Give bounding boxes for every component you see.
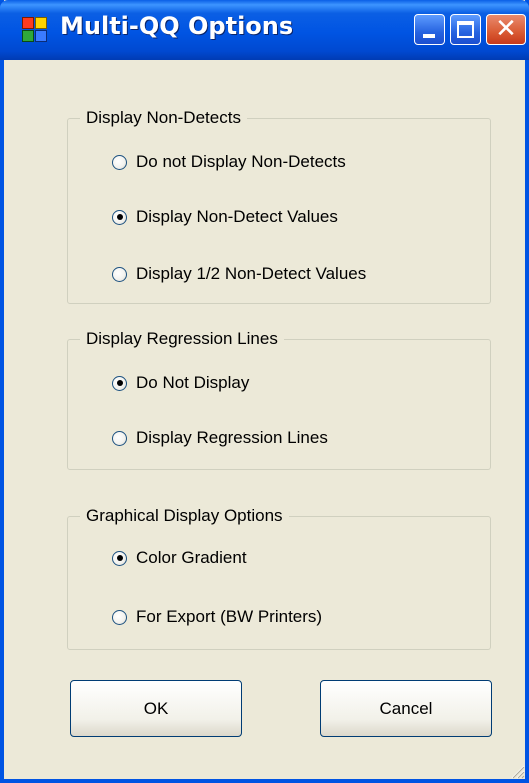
radio-label: Display Non-Detect Values [136, 207, 338, 226]
maximize-icon [457, 21, 474, 38]
radio-circle-checked[interactable] [112, 209, 127, 225]
group-title-graphical: Graphical Display Options [80, 506, 289, 526]
radio-label: For Export (BW Printers) [136, 607, 323, 626]
radio-circle[interactable] [112, 609, 127, 625]
ok-button[interactable]: OK [70, 680, 242, 737]
radio-label: Display 1/2 Non-Detect Values [136, 264, 367, 283]
radio-do-not-display-regression[interactable]: Do Not Display [112, 372, 249, 394]
radio-do-not-display-non-detects[interactable]: Do not Display Non-Detects [112, 151, 346, 173]
radio-for-export-bw-printers[interactable]: For Export (BW Printers) [112, 606, 322, 628]
close-icon: ✕ [495, 14, 517, 44]
group-title-non-detects: Display Non-Detects [80, 108, 247, 128]
title-bar[interactable]: Multi-QQ Options ✕ [0, 0, 529, 60]
radio-label: Display Regression Lines [136, 428, 328, 447]
radio-label: Do not Display Non-Detects [136, 152, 346, 171]
radio-label: Color Gradient [136, 548, 247, 567]
group-graphical-display-options: Graphical Display Options [67, 506, 491, 650]
radio-color-gradient[interactable]: Color Gradient [112, 547, 247, 569]
radio-circle[interactable] [112, 266, 127, 282]
radio-circle-checked[interactable] [112, 550, 127, 566]
window-title: Multi-QQ Options [60, 12, 294, 40]
radio-display-regression-lines[interactable]: Display Regression Lines [112, 427, 328, 449]
options-app-icon [22, 17, 48, 43]
minimize-icon [423, 34, 435, 38]
cancel-button[interactable]: Cancel [320, 680, 492, 737]
radio-circle-checked[interactable] [112, 375, 127, 391]
radio-label: Do Not Display [136, 373, 250, 392]
radio-display-half-non-detect-values[interactable]: Display 1/2 Non-Detect Values [112, 263, 366, 285]
maximize-button[interactable] [450, 14, 481, 45]
resize-grip-icon[interactable] [507, 761, 525, 779]
radio-circle[interactable] [112, 430, 127, 446]
group-display-regression-lines: Display Regression Lines [67, 329, 491, 470]
radio-display-non-detect-values[interactable]: Display Non-Detect Values [112, 206, 338, 228]
group-title-regression: Display Regression Lines [80, 329, 284, 349]
options-dialog: Multi-QQ Options ✕ Display Non-Detects D… [0, 0, 529, 783]
close-button[interactable]: ✕ [486, 14, 526, 45]
radio-circle[interactable] [112, 154, 127, 170]
minimize-button[interactable] [414, 14, 445, 45]
